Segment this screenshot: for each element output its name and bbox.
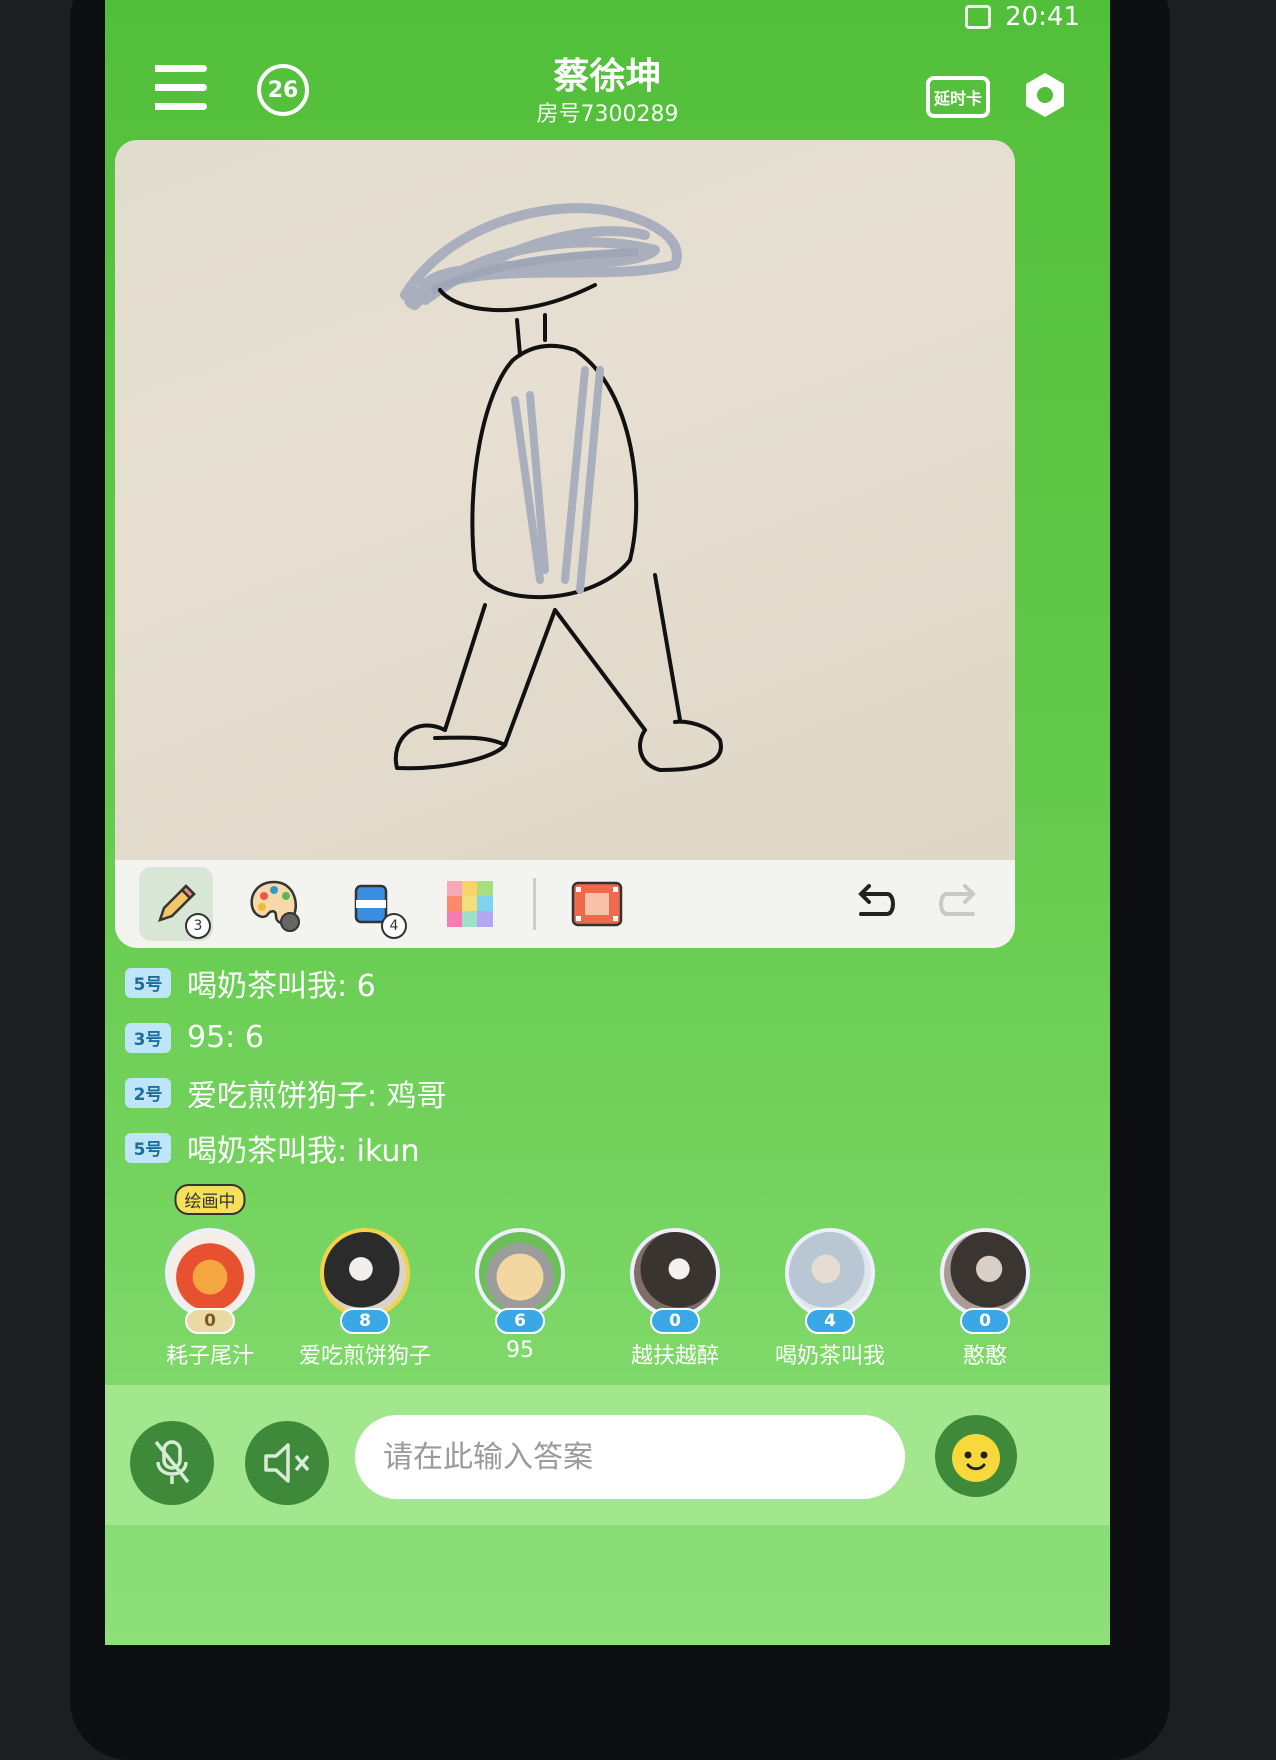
app-screen: 20:41 26 蔡徐坤 房号7300289 延时卡 3 4 5号 喝奶茶叫我:… xyxy=(105,0,1110,1645)
score-badge: 0 xyxy=(650,1308,700,1334)
speaker-toggle-button[interactable] xyxy=(245,1421,329,1505)
color-grid-tool[interactable] xyxy=(433,867,507,941)
seat-tag: 3号 xyxy=(125,1022,171,1053)
seat-tag: 2号 xyxy=(125,1077,171,1108)
eraser-tool[interactable]: 4 xyxy=(335,867,409,941)
settings-gear-icon[interactable] xyxy=(1020,70,1070,120)
palette-tool[interactable] xyxy=(237,867,311,941)
chat-message: 2号 爱吃煎饼狗子: 鸡哥 xyxy=(125,1065,1005,1120)
battery-icon xyxy=(965,5,992,29)
avatar-old-man xyxy=(475,1228,565,1318)
mic-off-icon xyxy=(154,1440,190,1484)
avatar-anime xyxy=(320,1228,410,1318)
clock: 20:41 xyxy=(1005,2,1080,32)
chat-text: 喝奶茶叫我: ikun xyxy=(187,1133,420,1169)
filmstrip-tool[interactable] xyxy=(560,867,634,941)
chat-message: 5号 喝奶茶叫我: 6 xyxy=(125,955,1005,1010)
drawing-toolbar: 3 4 xyxy=(115,860,1015,948)
smiley-face-icon xyxy=(952,1434,1000,1482)
color-grid-icon xyxy=(447,881,493,927)
speaker-muted-icon xyxy=(264,1443,310,1483)
pencil-tool[interactable]: 3 xyxy=(139,867,213,941)
stick-figure-drawing xyxy=(393,203,723,772)
drawing-status-badge: 绘画中 xyxy=(174,1184,246,1215)
avatar-lion xyxy=(165,1228,255,1318)
player-row: 绘画中 0 耗子尾汁 8 爱吃煎饼狗子 6 95 0 越扶越醉 4 喝奶茶叫我 … xyxy=(125,1180,1030,1380)
bottom-input-bar xyxy=(105,1385,1110,1525)
undo-icon[interactable] xyxy=(851,882,897,926)
mic-toggle-button[interactable] xyxy=(130,1421,214,1505)
chat-text: 95: 6 xyxy=(187,1020,264,1055)
player-name: 憨憨 xyxy=(962,1344,1007,1369)
score-badge: 0 xyxy=(960,1308,1010,1334)
delay-card-label: 延时卡 xyxy=(933,89,982,108)
status-bar: 20:41 xyxy=(965,0,1080,34)
emoji-button[interactable] xyxy=(935,1415,1017,1497)
chat-message: 3号 95: 6 xyxy=(125,1010,1005,1065)
seat-tag: 5号 xyxy=(125,967,171,998)
score-badge: 8 xyxy=(340,1308,390,1334)
score-badge: 6 xyxy=(495,1308,545,1334)
chat-log: 5号 喝奶茶叫我: 6 3号 95: 6 2号 爱吃煎饼狗子: 鸡哥 5号 喝奶… xyxy=(125,955,1005,1175)
seat-tag: 5号 xyxy=(125,1132,171,1163)
score-badge: 4 xyxy=(805,1308,855,1334)
eraser-count: 4 xyxy=(381,913,407,939)
avatar-mirror-selfie xyxy=(785,1228,875,1318)
avatar-girl xyxy=(940,1228,1030,1318)
redo-icon[interactable] xyxy=(937,882,983,926)
pencil-count: 3 xyxy=(185,913,211,939)
answer-input[interactable] xyxy=(355,1415,905,1499)
delay-card-button[interactable]: 延时卡 xyxy=(926,76,990,118)
filmstrip-icon xyxy=(571,881,623,927)
score-badge: 0 xyxy=(185,1308,235,1334)
chat-text: 爱吃煎饼狗子: 鸡哥 xyxy=(187,1078,447,1114)
drawing-canvas[interactable] xyxy=(115,140,1015,860)
avatar-selfie xyxy=(630,1228,720,1318)
chat-text: 喝奶茶叫我: 6 xyxy=(187,968,376,1004)
header: 26 蔡徐坤 房号7300289 延时卡 xyxy=(105,40,1110,150)
toolbar-divider xyxy=(533,878,536,930)
palette-icon xyxy=(250,880,300,932)
chat-message: 5号 喝奶茶叫我: ikun xyxy=(125,1120,1005,1175)
